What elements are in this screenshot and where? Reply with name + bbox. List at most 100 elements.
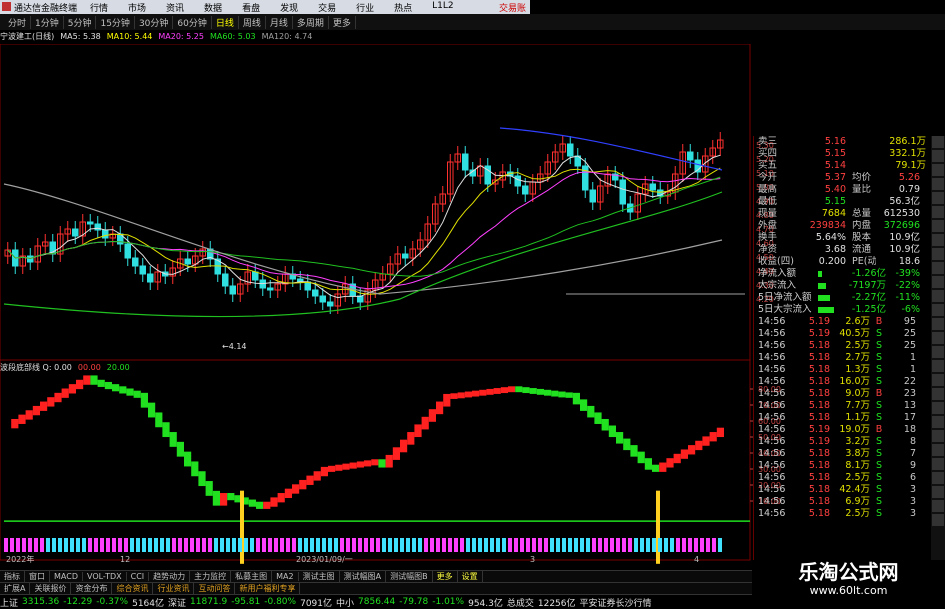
side-tool-icon[interactable] (932, 430, 944, 442)
indicator-value: 20.00 (106, 363, 130, 372)
side-tool-icon[interactable] (932, 500, 944, 512)
side-tool-icon[interactable] (932, 514, 944, 526)
indicator-step (551, 390, 559, 397)
candle-body (462, 153, 469, 171)
period-tab[interactable]: 分时 (4, 15, 32, 29)
period-tab[interactable]: 周线 (239, 15, 266, 29)
side-tool-icon[interactable] (932, 360, 944, 372)
side-tool-icon[interactable] (932, 444, 944, 456)
indicator-tab[interactable]: 主力监控 (190, 571, 232, 582)
indicator-tab[interactable]: 窗口 (25, 571, 50, 582)
indicator-tab[interactable]: VOL-TDX (83, 572, 127, 581)
side-tool-icon[interactable] (932, 164, 944, 176)
side-tool-icon[interactable] (932, 304, 944, 316)
indicator-step (198, 471, 206, 487)
side-tool-icon[interactable] (932, 248, 944, 260)
ma-value: MA120: 4.74 (261, 32, 313, 41)
side-tool-icon[interactable] (932, 388, 944, 400)
stat-label: 收益(四) (758, 256, 794, 267)
period-tab[interactable]: 1分钟 (31, 15, 64, 29)
side-tool-icon[interactable] (932, 346, 944, 358)
trade-link[interactable]: 交易账 (499, 1, 526, 14)
side-tool-icon[interactable] (932, 262, 944, 274)
menu-item[interactable]: 数据 (204, 1, 222, 14)
info-tab[interactable]: 互动问答 (194, 583, 236, 594)
menu-item[interactable]: 行业 (356, 1, 374, 14)
period-tab[interactable]: 60分钟 (173, 15, 212, 29)
tick-volume: 40.5万 (839, 328, 870, 339)
info-tab[interactable]: 新用户福利专享 (235, 583, 301, 594)
indicator-tab[interactable]: 设置 (458, 571, 483, 582)
period-tab[interactable]: 日线 (212, 15, 239, 29)
indicator-step (292, 484, 300, 494)
info-tab[interactable]: 扩展A (0, 583, 31, 594)
strip-bar (196, 538, 200, 552)
menu-item[interactable]: 热点 (394, 1, 412, 14)
menu-item[interactable]: 资讯 (166, 1, 184, 14)
period-tab[interactable]: 5分钟 (64, 15, 97, 29)
info-tab[interactable]: 资金分布 (71, 583, 113, 594)
indicator-tab[interactable]: CCI (127, 572, 150, 581)
side-tool-icon[interactable] (932, 318, 944, 330)
tick-volume: 1.3万 (845, 364, 870, 375)
side-tool-icon[interactable] (932, 220, 944, 232)
strip-bar (706, 538, 710, 552)
period-tab[interactable]: 更多 (329, 15, 356, 29)
side-tool-icon[interactable] (932, 402, 944, 414)
indicator-tab[interactable]: 测试幅图B (386, 571, 433, 582)
side-tool-icon[interactable] (932, 416, 944, 428)
strip-bar (688, 538, 692, 552)
period-tab[interactable]: 15分钟 (96, 15, 135, 29)
side-tool-icon[interactable] (932, 178, 944, 190)
info-tab[interactable]: 关联报价 (30, 583, 72, 594)
side-toolbar (931, 136, 945, 566)
strip-bar (526, 538, 530, 552)
indicator-step (25, 410, 33, 420)
indicator-tab[interactable]: 测试主图 (299, 571, 340, 582)
tick-volume: 1.1万 (845, 412, 870, 423)
indicator-step (76, 379, 84, 390)
indicator-tab[interactable]: MACD (50, 572, 83, 581)
indicator-tab[interactable]: 指标 (0, 571, 25, 582)
indicator-step (32, 405, 40, 416)
indicator-tab[interactable]: 更多 (433, 571, 458, 582)
side-tool-icon[interactable] (932, 206, 944, 218)
menu-item[interactable]: 市场 (128, 1, 146, 14)
info-tab[interactable]: 综合资讯 (112, 583, 154, 594)
indicator-tab[interactable]: MA2 (272, 572, 299, 581)
side-tool-icon[interactable] (932, 374, 944, 386)
side-tool-icon[interactable] (932, 276, 944, 288)
candle-body (402, 253, 409, 259)
menu-item[interactable]: L1L2 (432, 1, 453, 14)
side-tool-icon[interactable] (932, 472, 944, 484)
side-tool-icon[interactable] (932, 486, 944, 498)
side-tool-icon[interactable] (932, 332, 944, 344)
strip-bar (64, 538, 68, 552)
side-tool-icon[interactable] (932, 458, 944, 470)
tick-price: 5.18 (808, 352, 830, 363)
side-tool-icon[interactable] (932, 290, 944, 302)
side-tool-icon[interactable] (932, 192, 944, 204)
strip-bar (16, 538, 20, 552)
indicator-tab[interactable]: 趋势动力 (149, 571, 191, 582)
side-tool-icon[interactable] (932, 150, 944, 162)
stat-value: 18.6 (898, 256, 920, 267)
tick-time: 14:56 (758, 364, 786, 375)
period-tab[interactable]: 月线 (266, 15, 293, 29)
menu-item[interactable]: 看盘 (242, 1, 260, 14)
indicator-tab[interactable]: 测试幅图A (340, 571, 387, 582)
menu-item[interactable]: 发现 (280, 1, 298, 14)
indicator-tab[interactable]: 私募主图 (231, 571, 273, 582)
period-tab[interactable]: 多周期 (293, 15, 329, 29)
stat-value: 5.26 (898, 172, 920, 183)
zx-change: -79.78 (399, 597, 429, 607)
side-tool-icon[interactable] (932, 234, 944, 246)
info-tab[interactable]: 行业资讯 (153, 583, 195, 594)
side-tool-icon[interactable] (932, 136, 944, 148)
indicator-step (644, 458, 652, 470)
period-tab[interactable]: 30分钟 (135, 15, 174, 29)
indicator-step (652, 464, 660, 472)
strip-bar (466, 538, 470, 552)
menu-item[interactable]: 交易 (318, 1, 336, 14)
menu-item[interactable]: 行情 (90, 1, 108, 14)
